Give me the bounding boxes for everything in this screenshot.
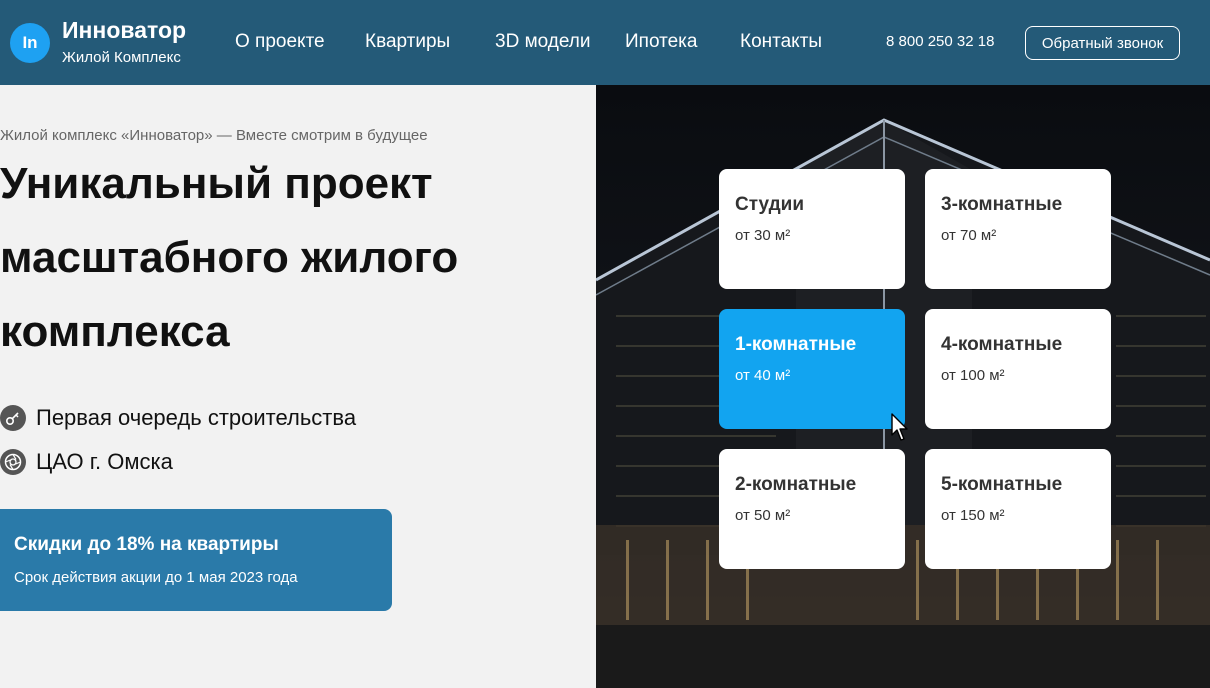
hero-section: Жилой комплекс «Инноватор» — Вместе смот…	[0, 85, 596, 688]
card-area: от 100 м²	[941, 367, 1005, 384]
card-title: Студии	[735, 194, 805, 215]
feature-item: ЦАО г. Омска	[0, 449, 173, 475]
card-title: 5-комнатные	[941, 474, 1063, 495]
promo-banner[interactable]: Скидки до 18% на квартиры Срок действия …	[0, 509, 392, 611]
mouse-cursor-icon	[891, 413, 908, 441]
card-area: от 40 м²	[735, 367, 791, 384]
apartment-card-5-room[interactable]: 5-комнатные от 150 м²	[925, 449, 1111, 569]
nav-about[interactable]: О проекте	[235, 31, 325, 53]
brand-name[interactable]: Инноватор	[62, 17, 186, 44]
card-area: от 50 м²	[735, 507, 791, 524]
apartment-card-3-room[interactable]: 3-комнатные от 70 м²	[925, 169, 1111, 289]
nav-mortgage[interactable]: Ипотека	[625, 31, 697, 53]
callback-button[interactable]: Обратный звонок	[1025, 26, 1180, 60]
card-title: 3-комнатные	[941, 194, 1063, 215]
card-area: от 70 м²	[941, 227, 997, 244]
phone-number[interactable]: 8 800 250 32 18	[886, 33, 994, 50]
nav-contacts[interactable]: Контакты	[740, 31, 822, 53]
feature-text: ЦАО г. Омска	[36, 449, 173, 474]
promo-title: Скидки до 18% на квартиры	[14, 534, 279, 555]
apartment-card-studio[interactable]: Студии от 30 м²	[719, 169, 905, 289]
apartment-card-2-room[interactable]: 2-комнатные от 50 м²	[719, 449, 905, 569]
card-title: 4-комнатные	[941, 334, 1063, 355]
hero-headline: Уникальный проект масштабного жилого ком…	[0, 159, 459, 356]
logo-icon[interactable]: In	[10, 23, 50, 63]
feature-text: Первая очередь строительства	[36, 405, 357, 430]
card-area: от 150 м²	[941, 507, 1005, 524]
card-title: 2-комнатные	[735, 474, 857, 495]
feature-item: Первая очередь строительства	[0, 405, 356, 431]
brand-subtitle: Жилой Комплекс	[62, 49, 181, 66]
nav-3d-models[interactable]: 3D модели	[495, 31, 591, 53]
aperture-icon	[0, 449, 26, 475]
hero-subtitle: Жилой комплекс «Инноватор» — Вместе смот…	[0, 127, 428, 144]
card-title: 1-комнатные	[735, 334, 857, 355]
apartment-card-4-room[interactable]: 4-комнатные от 100 м²	[925, 309, 1111, 429]
promo-subtitle: Срок действия акции до 1 мая 2023 года	[14, 569, 298, 586]
card-area: от 30 м²	[735, 227, 791, 244]
key-icon	[0, 405, 26, 431]
apartment-card-1-room[interactable]: 1-комнатные от 40 м²	[719, 309, 905, 429]
nav-apartments[interactable]: Квартиры	[365, 31, 450, 53]
site-header: In Инноватор Жилой Комплекс О проекте Кв…	[0, 0, 1210, 85]
